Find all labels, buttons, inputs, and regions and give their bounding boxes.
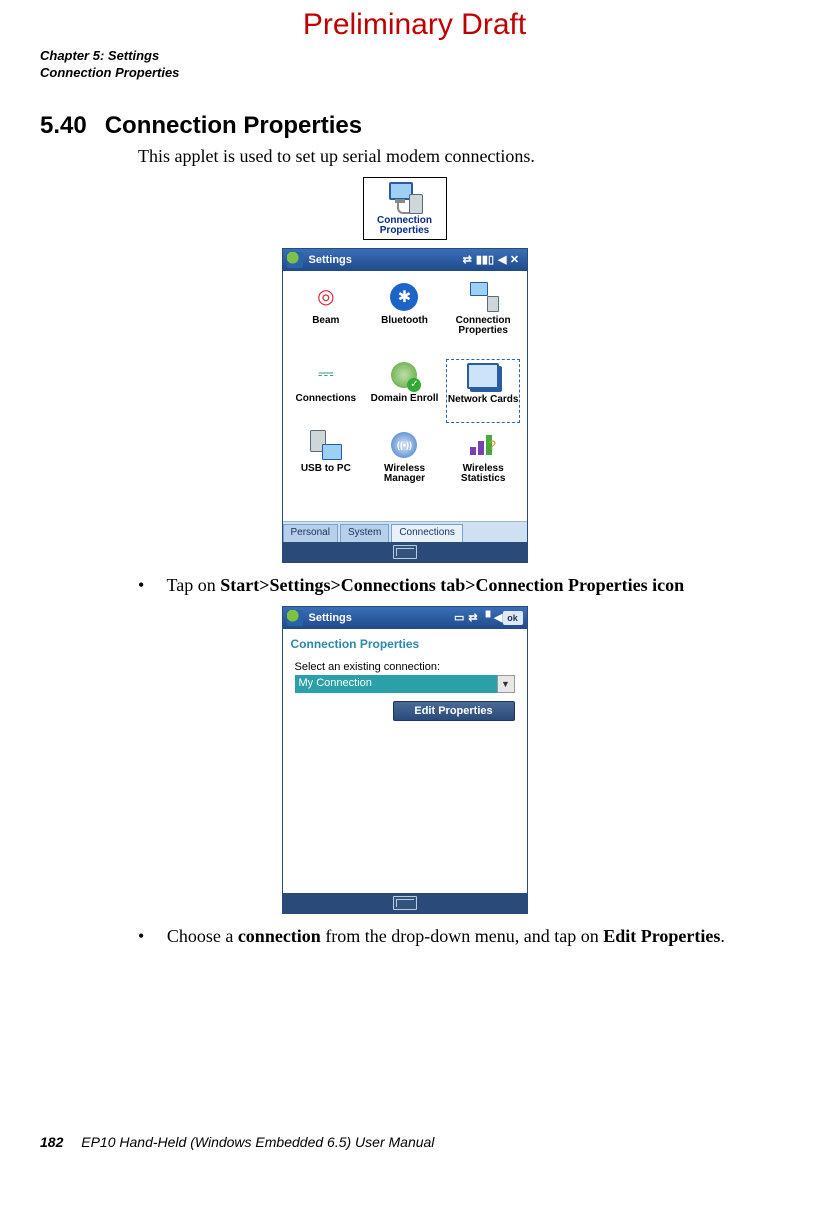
signal-icon: ▮▮▯ xyxy=(476,253,494,266)
status-icon: ▭ xyxy=(454,611,464,624)
usb-to-pc-icon xyxy=(308,429,344,461)
ok-button[interactable]: ok xyxy=(503,611,523,625)
connection-properties-icon xyxy=(465,281,501,313)
dialog-heading: Connection Properties xyxy=(289,633,521,657)
connection-properties-icon xyxy=(387,182,423,214)
start-flag-icon[interactable] xyxy=(287,252,303,268)
settings-item-label: Connection Properties xyxy=(446,316,521,337)
section-heading: 5.40 Connection Properties xyxy=(40,112,769,140)
settings-window: Settings ⇄ ▮▮▯ ◀ ✕ ◎ Beam ✱ Bluetooth Co… xyxy=(282,248,528,563)
step-text: from the drop-down menu, and tap on xyxy=(321,926,603,946)
settings-item-wireless-statistics[interactable]: ? Wireless Statistics xyxy=(446,429,521,501)
settings-item-network-cards[interactable]: Network Cards xyxy=(446,359,521,423)
step-bold: Edit Properties xyxy=(603,926,720,946)
volume-icon[interactable]: ◀ xyxy=(494,611,502,624)
settings-item-connection-properties[interactable]: Connection Properties xyxy=(446,281,521,353)
keyboard-icon[interactable] xyxy=(393,896,417,910)
titlebar: Settings ▭ ⇄ ▝ ◀ ok xyxy=(283,607,527,629)
step-text: . xyxy=(720,926,725,946)
manual-title: EP10 Hand-Held (Windows Embedded 6.5) Us… xyxy=(81,1134,434,1150)
volume-icon[interactable]: ◀ xyxy=(498,253,506,266)
settings-item-label: Beam xyxy=(289,316,364,327)
tab-personal[interactable]: Personal xyxy=(283,524,338,542)
settings-item-beam[interactable]: ◎ Beam xyxy=(289,281,364,353)
wireless-manager-icon: ((•)) xyxy=(386,429,422,461)
settings-item-label: Network Cards xyxy=(447,395,520,406)
section-title-text: Connection Properties xyxy=(105,112,362,139)
step-text: Tap on xyxy=(167,575,221,595)
connection-properties-shortcut[interactable]: Connection Properties xyxy=(363,177,447,240)
start-flag-icon[interactable] xyxy=(287,610,303,626)
instruction-step-1: Tap on Start>Settings>Connections tab>Co… xyxy=(138,575,769,596)
step-path: Start>Settings>Connections tab>Connectio… xyxy=(220,575,684,595)
settings-item-domain-enroll[interactable]: Domain Enroll xyxy=(367,359,442,423)
intro-text: This applet is used to set up serial mod… xyxy=(138,146,769,167)
connection-properties-window: Settings ▭ ⇄ ▝ ◀ ok Connection Propertie… xyxy=(282,606,528,914)
connectivity-icon[interactable]: ⇄ xyxy=(463,253,472,266)
connections-icon: ⎓ xyxy=(308,359,344,391)
settings-item-connections[interactable]: ⎓ Connections xyxy=(289,359,364,423)
step-text: Choose a xyxy=(167,926,238,946)
titlebar: Settings ⇄ ▮▮▯ ◀ ✕ xyxy=(283,249,527,271)
header-section: Connection Properties xyxy=(40,65,769,82)
sip-bar xyxy=(283,893,527,913)
header-chapter: Chapter 5: Settings xyxy=(40,48,769,65)
domain-enroll-icon xyxy=(386,359,422,391)
sip-bar xyxy=(283,542,527,562)
settings-item-label: Bluetooth xyxy=(367,316,442,327)
shortcut-label: Connection Properties xyxy=(366,216,444,237)
settings-item-bluetooth[interactable]: ✱ Bluetooth xyxy=(367,281,442,353)
titlebar-text: Settings xyxy=(309,254,352,266)
settings-item-label: Domain Enroll xyxy=(367,394,442,405)
select-label: Select an existing connection: xyxy=(295,661,521,673)
connectivity-icon[interactable]: ⇄ xyxy=(468,611,477,624)
wireless-statistics-icon: ? xyxy=(465,429,501,461)
page-number: 182 xyxy=(40,1134,63,1150)
settings-item-usb-to-pc[interactable]: USB to PC xyxy=(289,429,364,501)
section-number: 5.40 xyxy=(40,112,87,139)
settings-item-label: USB to PC xyxy=(289,464,364,475)
keyboard-icon[interactable] xyxy=(393,545,417,559)
instruction-step-2: Choose a connection from the drop-down m… xyxy=(138,926,769,947)
tab-connections[interactable]: Connections xyxy=(391,524,463,542)
bluetooth-icon: ✱ xyxy=(386,281,422,313)
step-bold: connection xyxy=(238,926,321,946)
settings-tabs: Personal System Connections xyxy=(283,521,527,542)
settings-item-label: Wireless Statistics xyxy=(446,464,521,485)
select-value: My Connection xyxy=(295,675,497,693)
edit-properties-button[interactable]: Edit Properties xyxy=(393,701,515,721)
tab-system[interactable]: System xyxy=(340,524,389,542)
page-footer: 182 EP10 Hand-Held (Windows Embedded 6.5… xyxy=(40,1134,434,1150)
settings-item-label: Connections xyxy=(289,394,364,405)
preliminary-draft-watermark: Preliminary Draft xyxy=(0,8,829,42)
beam-icon: ◎ xyxy=(308,281,344,313)
signal-icon: ▝ xyxy=(482,611,490,624)
settings-item-wireless-manager[interactable]: ((•)) Wireless Manager xyxy=(367,429,442,501)
chevron-down-icon[interactable]: ▼ xyxy=(497,675,515,693)
network-cards-icon xyxy=(465,360,501,392)
connection-select[interactable]: My Connection ▼ xyxy=(295,675,515,693)
close-button[interactable]: ✕ xyxy=(507,252,523,268)
titlebar-text: Settings xyxy=(309,612,352,624)
settings-item-label: Wireless Manager xyxy=(367,464,442,485)
